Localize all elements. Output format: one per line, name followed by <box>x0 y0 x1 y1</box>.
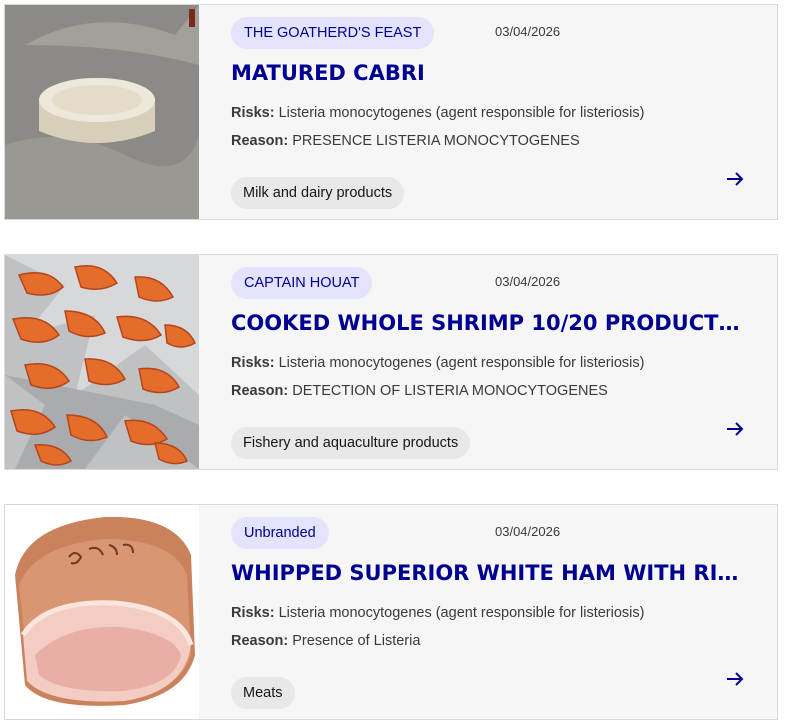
brand-badge: CAPTAIN HOUAT <box>231 267 373 299</box>
risks-line: Risks: Listeria monocytogenes (agent res… <box>231 105 644 121</box>
product-title[interactable]: MATURED CABRI <box>231 61 751 85</box>
reason-line: Reason: PRESENCE LISTERIA MONOCYTOGENES <box>231 133 580 149</box>
reason-label: Reason: <box>231 383 289 399</box>
reason-value: Presence of Listeria <box>292 633 421 649</box>
recall-card[interactable]: CAPTAIN HOUAT 03/04/2026 COOKED WHOLE SH… <box>4 254 778 470</box>
product-title[interactable]: COOKED WHOLE SHRIMP 10/20 PRODUCTS S... <box>231 311 751 335</box>
arrow-right-icon[interactable] <box>725 419 745 439</box>
product-title[interactable]: WHIPPED SUPERIOR WHITE HAM WITH RIND <box>231 561 751 585</box>
arrow-right-icon[interactable] <box>725 669 745 689</box>
arrow-right-icon[interactable] <box>725 169 745 189</box>
risks-label: Risks: <box>231 355 275 371</box>
risks-value: Listeria monocytogenes (agent responsibl… <box>278 605 645 621</box>
recall-card[interactable]: Unbranded 03/04/2026 WHIPPED SUPERIOR WH… <box>4 504 778 720</box>
reason-value: DETECTION OF LISTERIA MONOCYTOGENES <box>292 383 608 399</box>
category-tag: Fishery and aquaculture products <box>231 427 471 459</box>
risks-line: Risks: Listeria monocytogenes (agent res… <box>231 605 644 621</box>
risks-value: Listeria monocytogenes (agent responsibl… <box>278 105 645 121</box>
risks-line: Risks: Listeria monocytogenes (agent res… <box>231 355 644 371</box>
recall-card[interactable]: THE GOATHERD'S FEAST 03/04/2026 MATURED … <box>4 4 778 220</box>
publication-date: 03/04/2026 <box>495 274 561 289</box>
category-tag: Milk and dairy products <box>231 177 405 209</box>
reason-line: Reason: Presence of Listeria <box>231 633 420 649</box>
publication-date: 03/04/2026 <box>495 24 561 39</box>
reason-label: Reason: <box>231 633 289 649</box>
risks-value: Listeria monocytogenes (agent responsibl… <box>278 355 645 371</box>
category-tag: Meats <box>231 677 295 709</box>
ham-image <box>5 505 199 719</box>
shrimp-image <box>5 255 199 469</box>
risks-label: Risks: <box>231 105 275 121</box>
publication-date: 03/04/2026 <box>495 524 561 539</box>
goat-cheese-image <box>5 5 199 219</box>
brand-badge: THE GOATHERD'S FEAST <box>231 17 435 49</box>
brand-badge: Unbranded <box>231 517 329 549</box>
reason-label: Reason: <box>231 133 289 149</box>
risks-label: Risks: <box>231 605 275 621</box>
reason-line: Reason: DETECTION OF LISTERIA MONOCYTOGE… <box>231 383 608 399</box>
reason-value: PRESENCE LISTERIA MONOCYTOGENES <box>292 133 580 149</box>
